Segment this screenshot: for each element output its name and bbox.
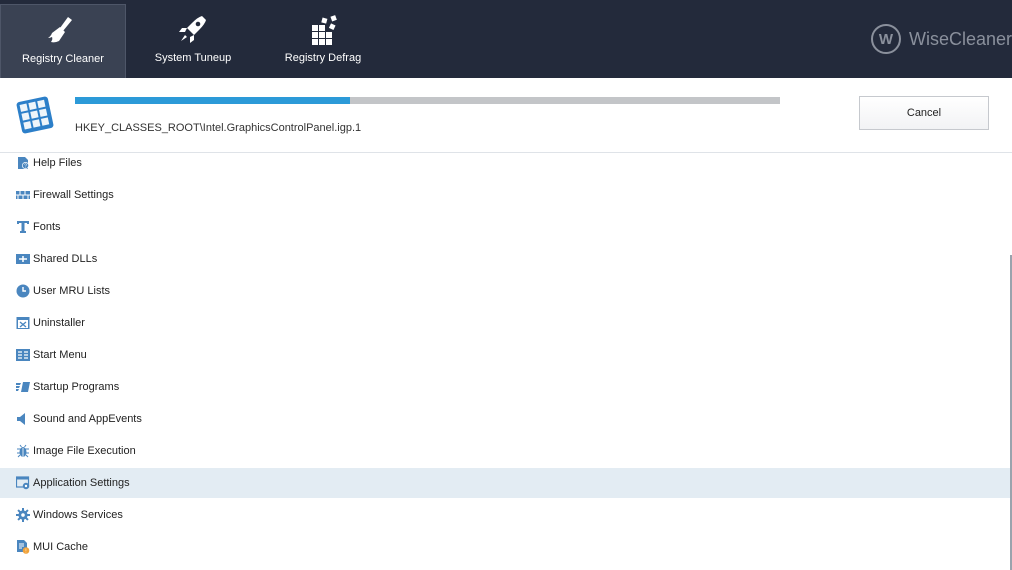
gear-icon xyxy=(16,508,30,522)
category-label: Windows Services xyxy=(33,509,123,521)
category-label: Firewall Settings xyxy=(33,189,114,201)
current-registry-key: HKEY_CLASSES_ROOT\Intel.GraphicsControlP… xyxy=(75,122,362,134)
scan-progress-bar xyxy=(75,97,780,104)
nav-registry-defrag[interactable]: Registry Defrag xyxy=(260,4,386,78)
defrag-blocks-icon xyxy=(305,14,341,46)
brand-name: WiseCleaner xyxy=(908,28,1012,49)
category-row[interactable]: Fonts xyxy=(0,212,1012,242)
category-label: Shared DLLs xyxy=(33,253,98,265)
category-label: Sound and AppEvents xyxy=(33,413,142,425)
nav-label: Registry Cleaner xyxy=(22,53,104,65)
category-row[interactable]: ! MUI Cache xyxy=(0,532,1012,562)
nav-label: System Tuneup xyxy=(154,52,232,64)
category-row[interactable]: User MRU Lists xyxy=(0,276,1012,306)
top-nav-bar: Registry Cleaner System Tuneup Registry … xyxy=(0,0,1012,78)
help-file-icon: ? xyxy=(16,156,30,170)
category-row[interactable]: Firewall Settings xyxy=(0,180,1012,210)
firewall-icon xyxy=(16,188,30,202)
shared-dll-icon xyxy=(16,252,30,266)
category-label: Image File Execution xyxy=(33,445,136,457)
uninstaller-icon xyxy=(16,316,30,330)
category-row[interactable]: Windows Services xyxy=(0,500,1012,530)
start-menu-icon xyxy=(16,348,30,362)
brand: W WiseCleaner xyxy=(870,24,1012,54)
category-label: Help Files xyxy=(33,157,82,169)
category-row[interactable]: Sound and AppEvents xyxy=(0,404,1012,434)
category-row[interactable]: Shared DLLs xyxy=(0,244,1012,274)
category-label: User MRU Lists xyxy=(33,285,111,297)
svg-text:?: ? xyxy=(24,163,27,169)
bug-icon xyxy=(16,444,30,458)
scan-status-panel: HKEY_CLASSES_ROOT\Intel.GraphicsControlP… xyxy=(0,78,1012,153)
category-label: MUI Cache xyxy=(33,541,89,553)
category-row[interactable]: ? Help Files xyxy=(0,148,1012,178)
registry-grid-icon xyxy=(16,96,54,134)
category-row[interactable]: Startup Programs xyxy=(0,372,1012,402)
category-row[interactable]: Application Settings xyxy=(0,468,1012,498)
category-label: Startup Programs xyxy=(33,381,120,393)
speaker-icon xyxy=(16,412,30,426)
scan-category-list: ? Help Files Firewall Settings Fonts Shared … xyxy=(0,153,1012,570)
category-row[interactable]: Image File Execution xyxy=(0,436,1012,466)
category-label: Fonts xyxy=(33,221,61,233)
clock-icon xyxy=(16,284,30,298)
mui-cache-icon: ! xyxy=(16,540,30,554)
nav-system-tuneup[interactable]: System Tuneup xyxy=(130,4,256,78)
startup-icon xyxy=(16,380,30,394)
category-row[interactable]: Start Menu xyxy=(0,340,1012,370)
broom-icon xyxy=(45,15,81,47)
category-row[interactable]: Uninstaller xyxy=(0,308,1012,338)
svg-text:!: ! xyxy=(25,548,26,554)
font-icon xyxy=(16,220,30,234)
wisecleaner-logo: W xyxy=(870,24,901,54)
category-label: Start Menu xyxy=(33,349,87,361)
scan-progress-fill xyxy=(75,97,350,104)
category-label: Application Settings xyxy=(33,477,130,489)
rocket-icon xyxy=(175,14,211,46)
nav-registry-cleaner[interactable]: Registry Cleaner xyxy=(0,4,126,78)
category-label: Uninstaller xyxy=(33,317,85,329)
cancel-button[interactable]: Cancel xyxy=(859,96,989,130)
app-settings-icon xyxy=(16,476,30,490)
nav-label: Registry Defrag xyxy=(284,52,362,64)
